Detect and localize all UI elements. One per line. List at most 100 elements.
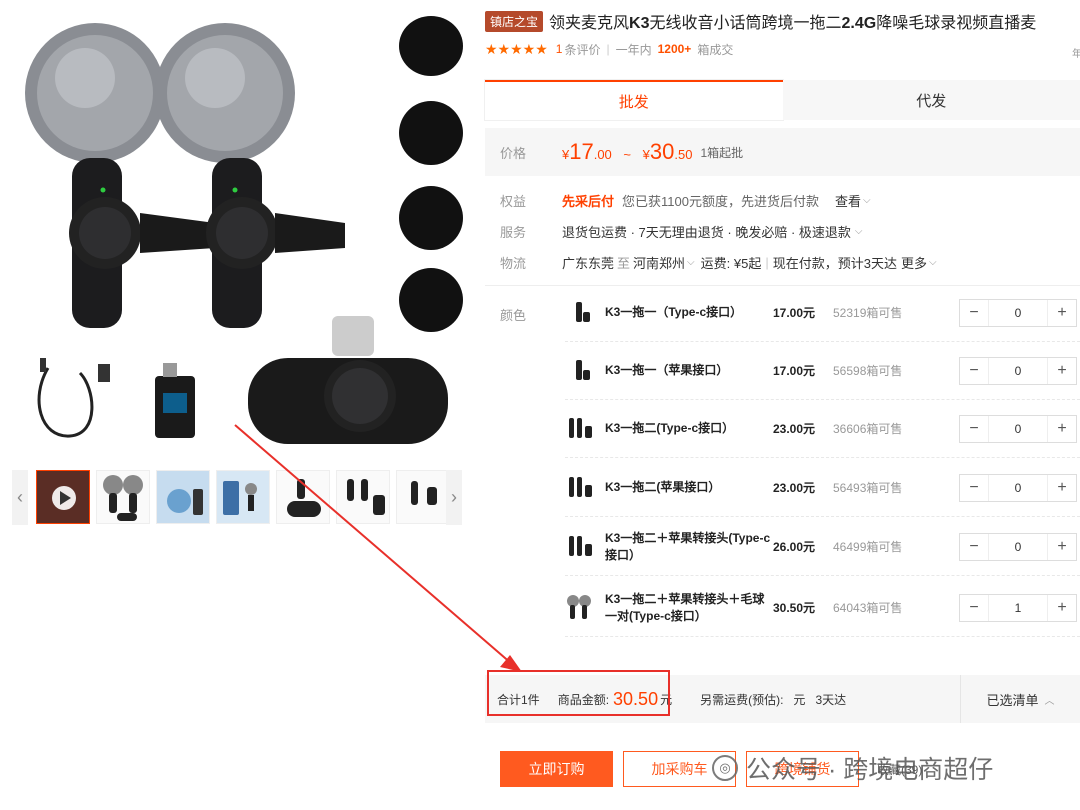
variant-row: K3一拖一（苹果接口） 17.00元 56598箱可售 −0 + [565,342,1080,400]
minus-icon[interactable]: − [960,300,988,326]
star-rating-icon: ★★★★★ [485,40,548,57]
thumbnail-image[interactable] [96,470,150,524]
selected-list-button[interactable]: 已选清单 ︿ [960,675,1080,723]
purchase-mode-tabs: 批发 代发 [485,80,1080,120]
sales-period: 一年内 [615,42,652,57]
variant-price: 17.00元 [773,306,816,320]
quantity-stepper: −1 + [959,593,1077,622]
rating-row: ★★★★★ 1 条评价 | 一年内 1200+ 箱成交 [485,40,733,58]
purchase-panel: 镇店之宝 领夹麦克风K3无线收音小话筒跨境一拖二2.4G降噪毛球录视频直播麦 ★… [485,0,1080,810]
variant-stock: 36606箱可售 [833,422,903,436]
thumbnail-image[interactable] [276,470,330,524]
variant-stock: 52319箱可售 [833,306,903,320]
plus-icon[interactable]: + [1048,475,1076,501]
ship-to-word: 至 [617,255,631,271]
variant-name: K3一拖二＋苹果转接头＋毛球一对(Type-c接口） [605,591,765,623]
chevron-up-icon: ︿ [1044,695,1055,707]
rating-label[interactable]: 条评价 [564,41,600,58]
variant-name: K3一拖一（苹果接口） [605,363,729,377]
minus-icon[interactable]: − [960,595,988,621]
ship-from: 广东东莞 [562,255,615,271]
plus-icon[interactable]: + [1048,595,1076,621]
fur-windscreen-left [25,23,165,163]
thumb-prev-arrow-icon[interactable]: ‹ [12,470,28,525]
price-box: 价格 ¥17.00 ~ ¥30.50 1箱起批 [485,128,1080,176]
variant-thumbnail[interactable] [565,354,595,388]
chevron-down-icon[interactable]: ⌵ [855,226,863,237]
order-now-button[interactable]: 立即订购 [500,751,613,787]
plus-icon[interactable]: + [1048,358,1076,384]
order-summary: 合计1件 商品金额: 30.50 元 另需运费(预估): 元 3天达 已选清单 … [485,670,1080,723]
minus-icon[interactable]: − [960,475,988,501]
service-text: 退货包运费 · 7天无理由退货 · 晚发必赔 · 极速退款 [562,224,851,240]
quantity-input[interactable]: 0 [988,533,1048,560]
product-page: ‹ › 镇店之宝 领夹麦克风K3无线收音小话筒跨境一拖二2.4G降噪毛球录视频直… [0,0,1080,810]
plus-icon[interactable]: + [1048,416,1076,442]
rating-count[interactable]: 1 [556,42,563,56]
variant-row: K3一拖一（Type-c接口） 17.00元 52319箱可售 −0 + [565,284,1080,342]
minus-icon[interactable]: − [960,534,988,560]
chevron-down-icon[interactable]: ⌵ [687,257,695,268]
logistics-more-link[interactable]: 更多 [901,253,927,272]
quantity-input[interactable]: 0 [988,415,1048,442]
variant-row: K3一拖二(苹果接口） 23.00元 56493箱可售 −0 + [565,459,1080,517]
logistics-row: 物流 广东东莞 至 河南郑州 ⌵ 运费: ¥5起 | 现在付款，预计3天达 更多… [500,251,937,273]
variant-thumbnail[interactable] [565,296,595,330]
variant-row: K3一拖二(Type-c接口） 23.00元 36606箱可售 −0 + [565,400,1080,458]
variant-stock: 64043箱可售 [833,601,903,615]
quantity-input[interactable]: 0 [988,474,1048,501]
thumbnail-image[interactable] [216,470,270,524]
main-product-image[interactable] [10,8,470,453]
thumbnail-image[interactable] [336,470,390,524]
variant-name: K3一拖二＋苹果转接头(Type-c接口） [605,530,771,562]
delivery-time: 3天达 [815,692,847,707]
quantity-stepper: −0 + [959,414,1077,443]
minus-icon[interactable]: − [960,416,988,442]
price-label: 价格 [500,145,527,161]
ship-to[interactable]: 河南郑州 [633,253,685,272]
variant-price: 23.00元 [773,422,816,436]
service-row: 服务 退货包运费 · 7天无理由退货 · 晚发必赔 · 极速退款 ⌵ [500,220,862,242]
rights-text: 您已获1100元额度，先进货后付款 [622,193,819,209]
thumbnail-strip: ‹ › [12,470,462,525]
thumb-next-arrow-icon[interactable]: › [446,470,462,525]
quantity-stepper: −0 + [959,356,1077,385]
tab-wholesale[interactable]: 批发 [485,80,783,120]
thumbnail-image[interactable] [396,470,450,524]
price-range: ¥17.00 ~ ¥30.50 [562,139,693,164]
tab-dropship[interactable]: 代发 [782,80,1080,120]
variant-price: 17.00元 [773,364,816,378]
quantity-input[interactable]: 1 [988,594,1048,621]
variant-price: 26.00元 [773,540,816,554]
plus-icon[interactable]: + [1048,534,1076,560]
variant-name: K3一拖二(苹果接口） [605,480,721,494]
variant-row: K3一拖二＋苹果转接头(Type-c接口） 26.00元 46499箱可售 −0 + [565,518,1080,576]
thumbnail-video[interactable] [36,470,90,524]
thumbnail-image[interactable] [156,470,210,524]
minus-icon[interactable]: − [960,358,988,384]
variant-thumbnail[interactable] [565,471,595,505]
variant-thumbnail[interactable] [565,412,595,446]
variant-price: 23.00元 [773,481,816,495]
chevron-down-icon[interactable]: ⌵ [863,195,871,206]
quantity-stepper: −0 + [959,298,1077,327]
rights-view-link[interactable]: 查看 [835,191,861,210]
quantity-stepper: −0 + [959,473,1077,502]
quantity-input[interactable]: 0 [988,357,1048,384]
shipping-fee: 运费: ¥5起 [700,255,762,271]
variant-thumbnail[interactable] [565,591,595,625]
product-title-row: 镇店之宝 领夹麦克风K3无线收音小话筒跨境一拖二2.4G降噪毛球录视频直播麦 [485,10,1080,32]
variant-row: K3一拖二＋苹果转接头＋毛球一对(Type-c接口） 30.50元 64043箱可售… [565,579,1080,637]
chevron-down-icon[interactable]: ⌵ [929,257,937,268]
variant-stock: 46499箱可售 [833,540,903,554]
quantity-input[interactable]: 0 [988,299,1048,326]
plus-icon[interactable]: + [1048,300,1076,326]
variant-thumbnail[interactable] [565,530,595,564]
variant-stock: 56598箱可售 [833,364,903,378]
rights-label: 权益 [500,193,527,209]
sales-unit: 箱成交 [697,42,734,57]
delivery-estimate: 现在付款，预计3天达 [772,255,897,271]
rights-row: 权益 先采后付 您已获1100元额度，先进货后付款 查看 ⌵ [500,189,871,211]
store-badge: 镇店之宝 [485,10,544,32]
sales-count: 1200+ [657,42,692,56]
